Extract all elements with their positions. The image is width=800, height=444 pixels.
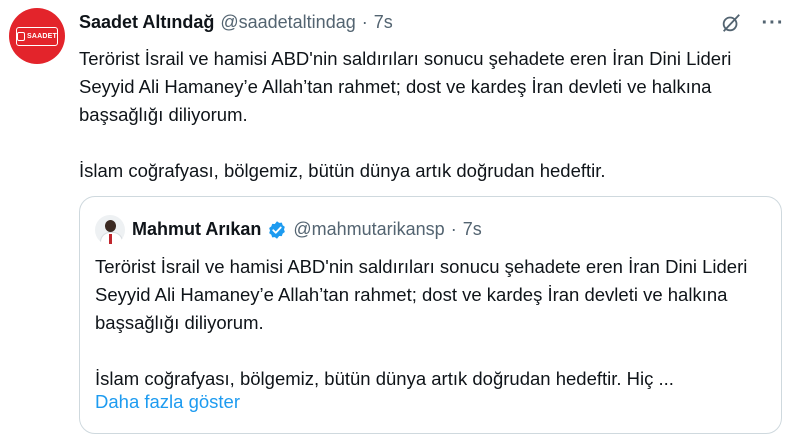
- quote-header: Mahmut Arıkan @mahmutarikansp · 7s: [132, 219, 482, 240]
- more-icon[interactable]: ···: [760, 10, 786, 36]
- show-more-link[interactable]: Daha fazla göster: [95, 391, 240, 413]
- separator-dot: ·: [450, 219, 457, 239]
- quote-time[interactable]: 7s: [463, 219, 482, 240]
- author-name[interactable]: Saadet Altındağ: [79, 12, 214, 33]
- quoted-tweet[interactable]: Mahmut Arıkan @mahmutarikansp · 7s Terör…: [79, 196, 782, 434]
- quote-paragraph: İslam coğrafyası, bölgemiz, bütün dünya …: [95, 368, 674, 389]
- verified-badge-icon: [269, 220, 286, 239]
- quote-text: Terörist İsrail ve hamisi ABD'nin saldır…: [95, 253, 775, 393]
- tweet-text: Terörist İsrail ve hamisi ABD'nin saldır…: [79, 45, 779, 185]
- tweet-actions: ···: [718, 10, 786, 36]
- grok-icon[interactable]: [718, 10, 744, 36]
- logo-mark-icon: [17, 31, 26, 41]
- quote-author-handle[interactable]: @mahmutarikansp: [293, 219, 444, 240]
- quote-avatar[interactable]: [95, 215, 125, 245]
- quote-author-name[interactable]: Mahmut Arıkan: [132, 219, 261, 240]
- logo-text: SAADET: [27, 32, 57, 40]
- avatar[interactable]: SAADET: [9, 8, 65, 64]
- tweet-time[interactable]: 7s: [374, 12, 393, 33]
- saadet-logo: SAADET: [16, 26, 58, 46]
- tweet-header: Saadet Altındağ @saadetaltindag · 7s: [79, 12, 393, 33]
- tweet-paragraph: İslam coğrafyası, bölgemiz, bütün dünya …: [79, 160, 606, 181]
- author-handle[interactable]: @saadetaltindag: [220, 12, 355, 33]
- tweet-paragraph: Terörist İsrail ve hamisi ABD'nin saldır…: [79, 48, 732, 125]
- quote-paragraph: Terörist İsrail ve hamisi ABD'nin saldır…: [95, 256, 748, 333]
- separator-dot: ·: [361, 12, 368, 32]
